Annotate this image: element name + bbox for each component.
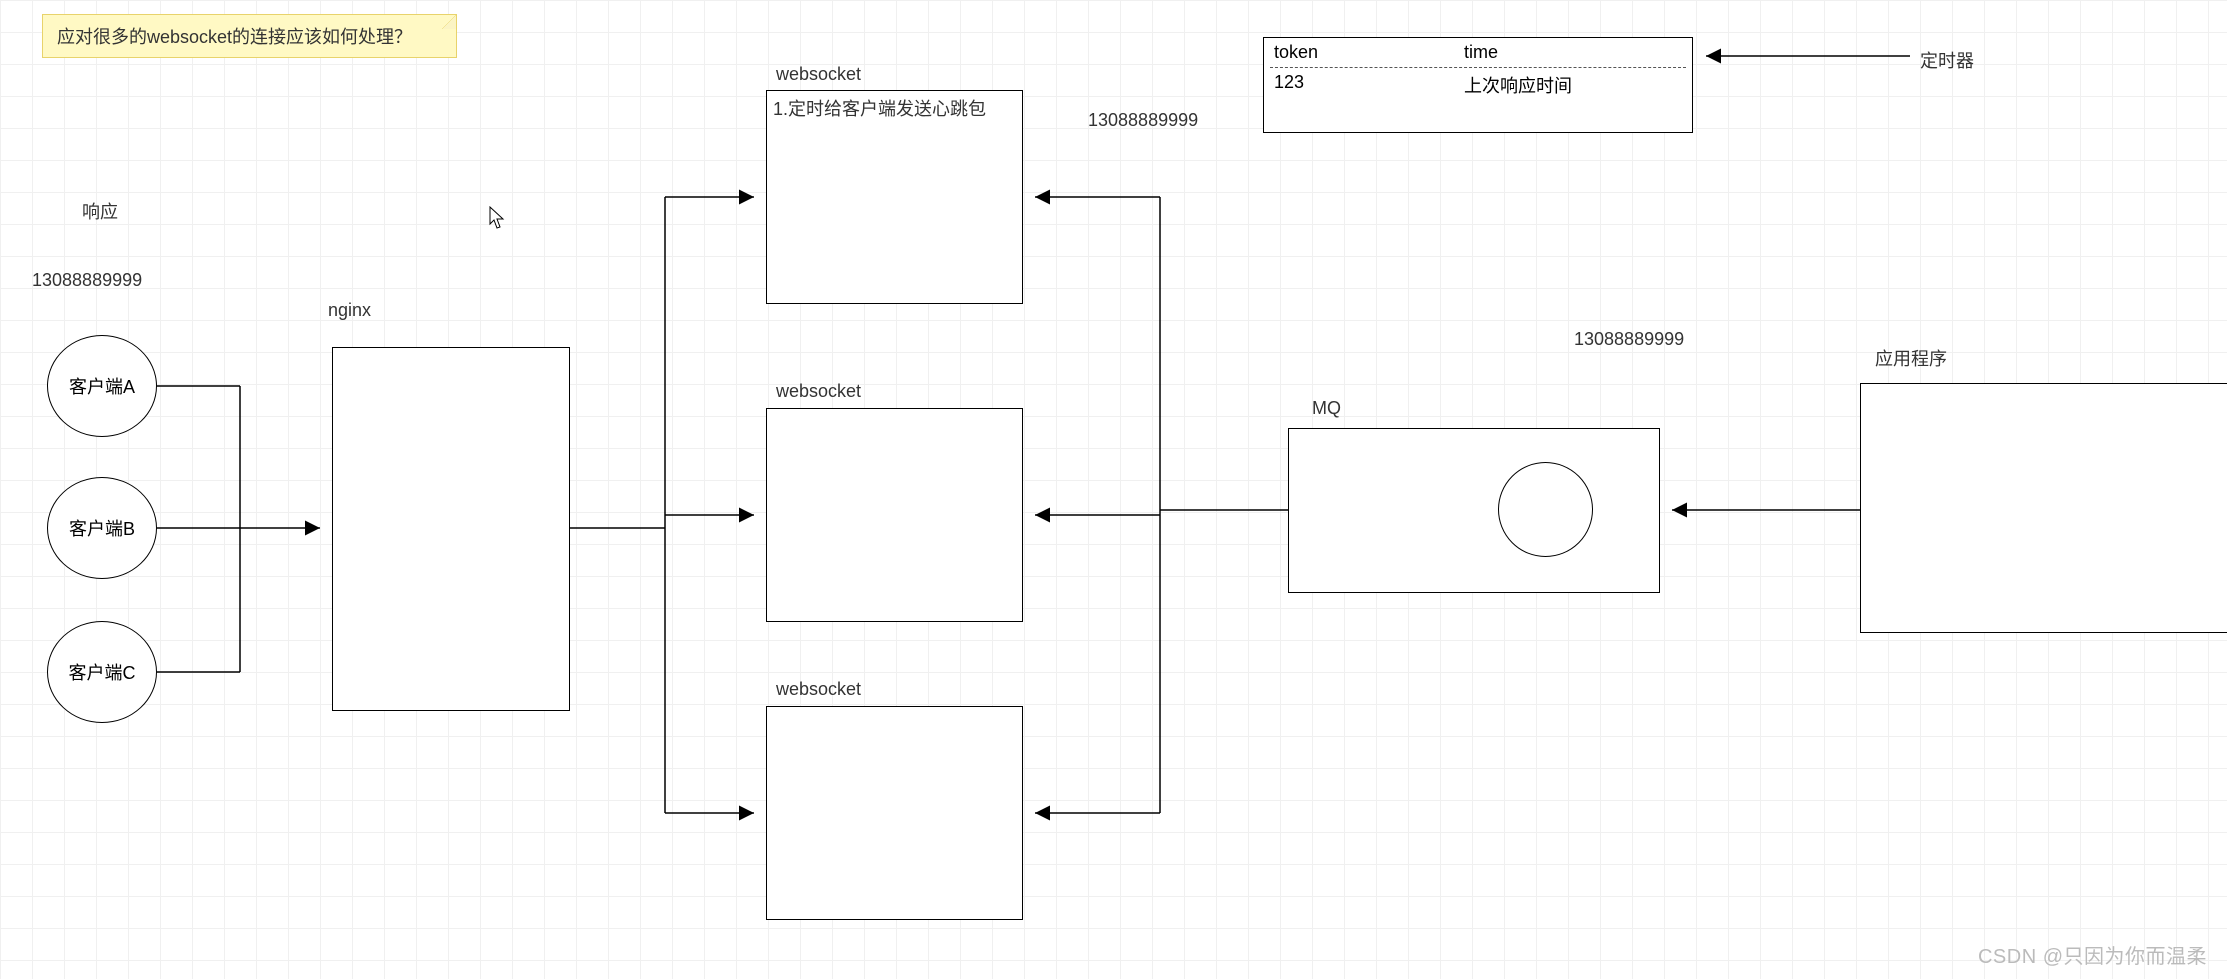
websocket2-box [766,408,1023,622]
table-header-token: token [1274,42,1464,63]
nginx-box [332,347,570,711]
label-phone-left: 13088889999 [32,270,142,291]
cursor-icon [489,206,505,230]
label-mq: MQ [1312,398,1341,419]
label-nginx: nginx [328,300,371,321]
table-data-row: 123 上次响应时间 [1264,68,1692,102]
client-a-circle: 客户端A [47,335,157,437]
label-phone-top: 13088889999 [1088,110,1198,131]
app-box [1860,383,2227,633]
client-b-circle: 客户端B [47,477,157,579]
label-app: 应用程序 [1875,345,1947,371]
label-timer: 定时器 [1920,47,1974,73]
client-c-circle: 客户端C [47,621,157,723]
websocket3-box [766,706,1023,920]
watermark-text: CSDN @只因为你而温柔 [1978,940,2207,969]
sticky-note-text: 应对很多的websocket的连接应该如何处理？ [57,27,412,47]
table-header-row: token time [1264,38,1692,67]
client-b-label: 客户端B [69,515,135,541]
label-response: 响应 [82,198,118,224]
client-a-label: 客户端A [69,373,135,399]
client-c-label: 客户端C [69,659,136,685]
mq-inner-circle [1498,462,1593,557]
table-value-token: 123 [1274,72,1464,98]
websocket1-box: 1.定时给客户端发送心跳包 [766,90,1023,304]
label-websocket2: websocket [776,381,861,402]
label-websocket1: websocket [776,64,861,85]
label-websocket3: websocket [776,679,861,700]
table-value-time: 上次响应时间 [1464,72,1682,98]
token-table: token time 123 上次响应时间 [1263,37,1693,133]
label-phone-mq: 13088889999 [1574,329,1684,350]
sticky-note-question: 应对很多的websocket的连接应该如何处理？ [42,14,457,58]
table-header-time: time [1464,42,1682,63]
websocket1-inner-text: 1.定时给客户端发送心跳包 [773,95,986,121]
mq-box [1288,428,1660,593]
